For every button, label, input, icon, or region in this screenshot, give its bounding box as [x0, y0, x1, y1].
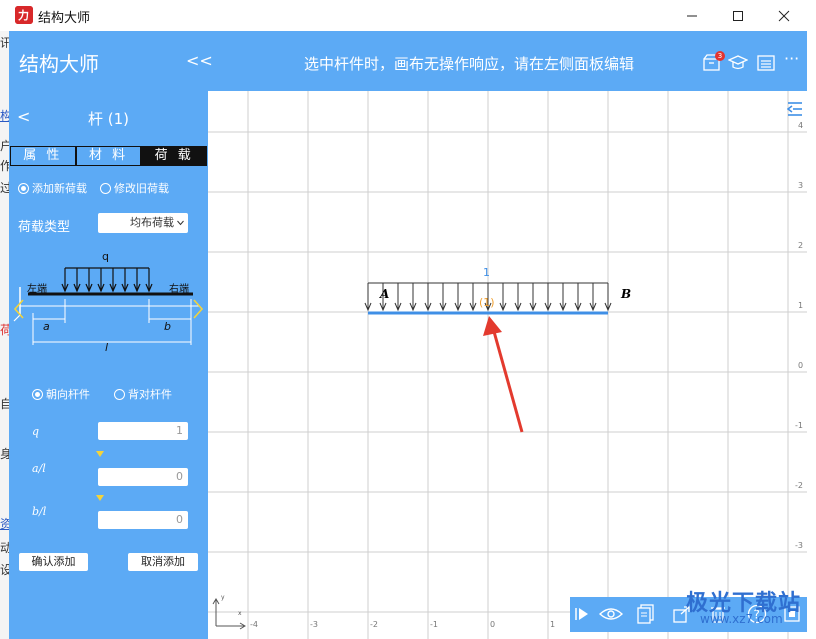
y-tick-label: -1	[795, 421, 803, 430]
strip-text: 作	[0, 159, 9, 173]
q-input[interactable]: 1	[98, 422, 188, 440]
y-tick-label: -2	[795, 481, 803, 490]
radio-unchecked-icon	[114, 388, 125, 400]
svg-text:力: 力	[18, 8, 29, 22]
radio-label: 朝向杆件	[46, 388, 90, 401]
load-type-value: 均布荷载	[130, 216, 174, 229]
x-tick-label: -4	[250, 620, 258, 629]
chevron-down-icon	[177, 220, 184, 226]
notification-badge: 3	[715, 51, 725, 61]
radio-toward-member[interactable]: 朝向杆件	[32, 386, 90, 402]
radio-away-member[interactable]: 背对杆件	[114, 386, 172, 402]
node-b-label: B	[621, 287, 632, 301]
collapse-panel-button[interactable]: <<	[186, 51, 213, 70]
warning-triangle-icon	[96, 451, 104, 457]
diagram-left-end-label: 左端	[27, 284, 47, 295]
diagram-right-end-label: 右端	[169, 284, 189, 295]
tab-load[interactable]: 荷 载	[141, 146, 208, 166]
strip-text: 动	[0, 541, 9, 555]
app-header: 结构大师 << 选中杆件时，画布无操作响应，请在左侧面板编辑 3 ···	[9, 31, 807, 91]
strip-text: 自	[0, 397, 9, 411]
load-marker[interactable]: (1)	[479, 296, 495, 309]
radio-label: 添加新荷载	[32, 182, 87, 195]
x-tick-label: 0	[490, 620, 496, 629]
member-label: 1	[483, 266, 490, 279]
load-type-select[interactable]: 均布荷载	[98, 213, 188, 233]
diagram-b-label: b	[164, 320, 171, 333]
diagram-a-label: a	[43, 320, 50, 333]
play-icon[interactable]	[574, 606, 590, 622]
radio-checked-icon	[18, 182, 29, 194]
x-tick-label: -3	[310, 620, 318, 629]
x-tick-label: 1	[550, 620, 556, 629]
app-logo-icon: 力	[15, 6, 33, 24]
radio-label: 修改旧荷载	[114, 182, 169, 195]
canvas-hint: 选中杆件时，画布无操作响应，请在左侧面板编辑	[304, 55, 635, 73]
window-title: 结构大师	[38, 11, 91, 26]
strip-text: 设	[0, 563, 9, 577]
y-tick-label: 1	[798, 301, 804, 310]
minimize-button[interactable]	[669, 0, 715, 31]
brand-title: 结构大师	[19, 52, 99, 76]
window-titlebar: 力 结构大师	[0, 0, 816, 31]
confirm-add-button[interactable]: 确认添加	[19, 553, 88, 571]
eye-icon[interactable]	[599, 606, 623, 622]
tab-material[interactable]: 材 料	[75, 146, 142, 166]
prev-arrow-icon[interactable]	[13, 299, 25, 319]
load-diagram	[13, 267, 200, 345]
al-input[interactable]: 0	[98, 468, 188, 486]
more-icon[interactable]: ···	[784, 49, 799, 68]
next-arrow-icon[interactable]	[192, 299, 204, 319]
load-type-label: 荷载类型	[18, 220, 71, 235]
strip-text: 荷	[0, 323, 9, 337]
properties-panel: < 杆 (1) 属 性 材 料 荷 载 添加新荷载 修改旧荷载 荷载类型 均布荷…	[9, 91, 208, 639]
y-tick-label: 2	[798, 241, 804, 250]
q-field-label: q	[32, 425, 40, 438]
strip-text: 身	[0, 447, 9, 461]
background-window-strip: 讯 构 户 作 过 荷 自 身 资 动 设	[0, 31, 9, 639]
radio-edit-load[interactable]: 修改旧荷载	[100, 180, 169, 196]
axis-y-label: y	[221, 594, 225, 601]
bl-field-label: b/l	[32, 505, 47, 518]
annotation-arrow	[483, 316, 524, 433]
radio-add-load[interactable]: 添加新荷载	[18, 180, 87, 196]
diagram-l-label: l	[105, 341, 109, 354]
radio-unchecked-icon	[100, 182, 111, 194]
strip-text: 构	[0, 109, 9, 123]
panel-tabs: 属 性 材 料 荷 载	[10, 146, 208, 166]
y-tick-label: 0	[798, 361, 804, 370]
radio-checked-icon	[32, 388, 43, 400]
copy-icon[interactable]	[637, 604, 655, 624]
y-tick-label: 4	[798, 121, 804, 130]
x-tick-label: -1	[430, 620, 438, 629]
node-a-label: A	[380, 287, 390, 301]
strip-text: 户	[0, 139, 9, 153]
warning-triangle-icon	[96, 495, 104, 501]
graduation-cap-icon[interactable]	[728, 53, 748, 73]
x-tick-label: -2	[370, 620, 378, 629]
watermark-url: www.xz7.com	[700, 612, 783, 626]
diagram-q-label: q	[102, 250, 109, 263]
strip-text: 讯	[0, 36, 9, 50]
bl-input[interactable]: 0	[98, 511, 188, 529]
strip-text: 资	[0, 517, 9, 531]
close-button[interactable]	[761, 0, 807, 31]
radio-label: 背对杆件	[128, 388, 172, 401]
axis-x-label: x	[238, 610, 242, 617]
panel-title: 杆 (1)	[87, 110, 130, 128]
y-tick-label: -3	[795, 541, 803, 550]
maximize-button[interactable]	[715, 0, 761, 31]
list-icon[interactable]	[756, 53, 776, 73]
y-tick-label: 3	[798, 181, 804, 190]
tab-properties[interactable]: 属 性	[10, 146, 76, 166]
cancel-add-button[interactable]: 取消添加	[128, 553, 198, 571]
strip-text: 过	[0, 181, 9, 195]
al-field-label: a/l	[32, 462, 46, 475]
indent-icon[interactable]	[787, 101, 803, 117]
axis-indicator	[212, 598, 246, 630]
